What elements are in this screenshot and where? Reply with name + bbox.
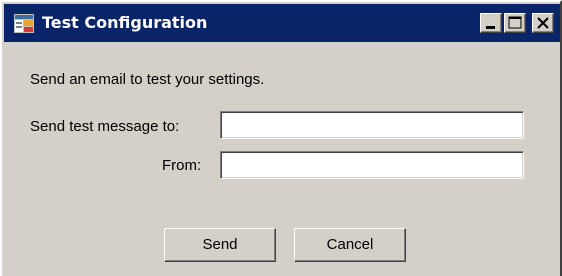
send-to-input[interactable]: [220, 111, 524, 139]
minimize-icon: [486, 26, 495, 29]
from-label: From:: [162, 157, 202, 174]
window-title: Test Configuration: [42, 13, 208, 32]
title-bar[interactable]: Test Configuration: [4, 4, 560, 42]
maximize-icon: [508, 16, 522, 29]
close-icon: [537, 17, 549, 29]
send-to-label: Send test message to:: [30, 118, 180, 135]
cancel-button[interactable]: Cancel: [294, 228, 406, 262]
close-button[interactable]: [532, 13, 554, 33]
maximize-button[interactable]: [504, 13, 526, 33]
send-button[interactable]: Send: [164, 228, 276, 262]
minimize-button[interactable]: [480, 13, 502, 33]
application-icon[interactable]: [14, 14, 34, 33]
from-input[interactable]: [220, 151, 524, 179]
test-configuration-dialog: Test Configuration Send an email to test…: [0, 0, 562, 276]
intro-text: Send an email to test your settings.: [30, 71, 265, 88]
